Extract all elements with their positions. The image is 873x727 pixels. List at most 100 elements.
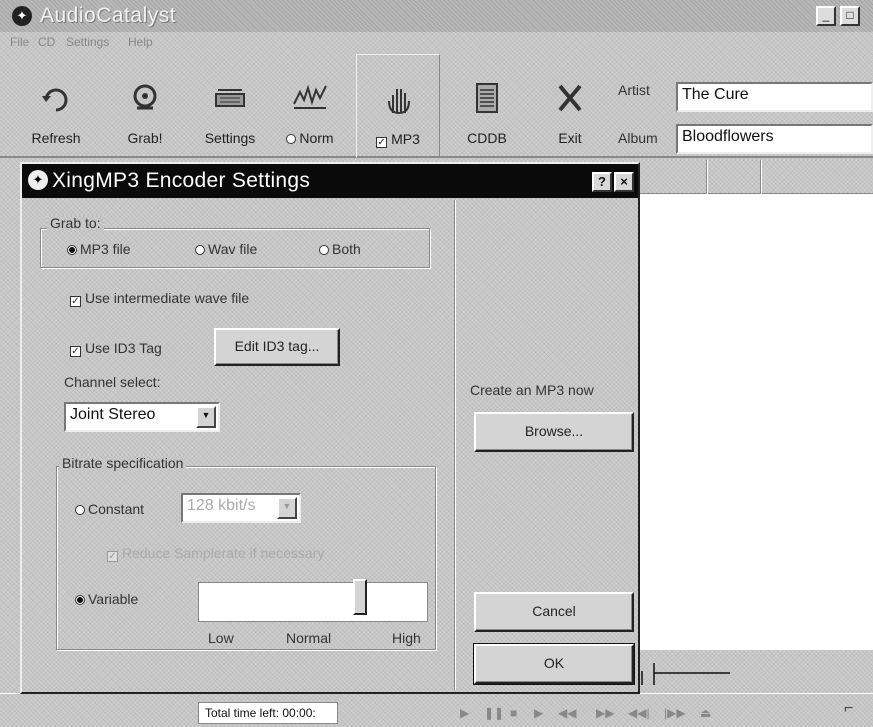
- menubar: File CD Settings Help: [0, 32, 873, 54]
- use-intermediate-text: Use intermediate wave file: [85, 290, 250, 306]
- artist-field[interactable]: The Cure: [676, 82, 873, 112]
- cddb-button[interactable]: CDDB: [452, 54, 522, 158]
- dialog-titlebar: ✦ XingMP3 Encoder Settings ? ×: [22, 164, 638, 198]
- reduce-samplerate-text: Reduce Samplerate if necessary: [122, 545, 325, 561]
- norm-text: Norm: [299, 130, 334, 146]
- use-intermediate-option[interactable]: ✓ Use intermediate wave file: [70, 290, 249, 307]
- grab-both-option[interactable]: Both: [319, 241, 361, 257]
- cddb-label: CDDB: [467, 130, 507, 146]
- column-divider[interactable]: [760, 160, 762, 194]
- help-icon[interactable]: ?: [592, 172, 612, 192]
- toolbar: Refresh Grab! Settings Norm ✓ MP3 CDDB E…: [0, 54, 873, 158]
- vbr-quality-slider[interactable]: [198, 579, 428, 622]
- column-divider[interactable]: [706, 160, 708, 194]
- use-intermediate-checkbox[interactable]: ✓: [70, 296, 81, 307]
- variable-text: Variable: [88, 591, 139, 607]
- track-list-header: [640, 160, 873, 194]
- menu-settings[interactable]: Settings: [66, 35, 109, 49]
- grab-wav-text: Wav file: [208, 241, 258, 257]
- main-titlebar: ✦ AudioCatalyst _ □: [0, 0, 873, 32]
- slider-thumb[interactable]: [353, 579, 367, 615]
- menu-cd[interactable]: CD: [38, 35, 55, 49]
- app-icon: ✦: [12, 6, 32, 26]
- chevron-down-icon[interactable]: ▼: [196, 406, 216, 428]
- refresh-icon: [42, 88, 68, 112]
- chevron-down-icon[interactable]: ▼: [277, 497, 297, 519]
- exit-button[interactable]: Exit: [540, 54, 600, 158]
- prev-track-icon[interactable]: ◀◀|: [628, 706, 650, 720]
- grab-icon: [133, 84, 157, 110]
- total-time-left: Total time left: 00:00:: [198, 702, 338, 724]
- browse-button[interactable]: Browse...: [474, 412, 634, 452]
- grab-mp3-radio[interactable]: [67, 245, 77, 255]
- variable-radio[interactable]: [75, 595, 85, 605]
- slider-label-normal: Normal: [286, 630, 332, 646]
- constant-bitrate-dropdown[interactable]: 128 kbit/s ▼: [181, 493, 301, 523]
- exit-icon: [558, 84, 582, 112]
- reduce-samplerate-checkbox[interactable]: ✓: [107, 551, 118, 562]
- channel-select-value: Joint Stereo: [70, 406, 156, 423]
- app-title: AudioCatalyst: [40, 4, 177, 27]
- grab-to-group: Grab to: MP3 file Wav file Both: [40, 215, 430, 268]
- bitrate-label: Bitrate specification: [59, 455, 186, 471]
- dialog-divider: [454, 200, 456, 690]
- track-list[interactable]: [640, 160, 873, 650]
- ok-button[interactable]: OK: [473, 643, 635, 685]
- menu-file[interactable]: File: [10, 35, 29, 49]
- mp3-option[interactable]: ✓ MP3: [356, 54, 440, 158]
- eject-icon[interactable]: ⏏: [700, 706, 711, 720]
- status-bar: [0, 693, 873, 727]
- bitrate-group: Bitrate specification Constant 128 kbit/…: [56, 455, 436, 650]
- pause-icon[interactable]: ❚❚: [484, 706, 504, 720]
- constant-radio[interactable]: [75, 505, 85, 515]
- grab-wav-radio[interactable]: [195, 245, 205, 255]
- variable-option[interactable]: Variable: [75, 591, 138, 607]
- use-id3-checkbox[interactable]: ✓: [70, 346, 81, 357]
- mp3-text: MP3: [391, 131, 420, 147]
- close-icon[interactable]: ×: [614, 172, 634, 192]
- create-mp3-label: Create an MP3 now: [470, 382, 594, 398]
- fast-forward-icon[interactable]: ▶▶: [596, 706, 614, 720]
- stop-icon[interactable]: ■: [510, 706, 517, 720]
- minimize-icon[interactable]: _: [816, 6, 836, 26]
- grab-both-radio[interactable]: [319, 245, 329, 255]
- use-id3-text: Use ID3 Tag: [85, 340, 162, 356]
- grab-to-label: Grab to:: [47, 215, 104, 231]
- grab-button[interactable]: Grab!: [110, 54, 180, 158]
- norm-option[interactable]: Norm: [270, 54, 350, 158]
- reduce-samplerate-option[interactable]: ✓ Reduce Samplerate if necessary: [107, 545, 324, 562]
- maximize-icon[interactable]: □: [840, 6, 860, 26]
- next-track-icon[interactable]: |▶▶: [664, 706, 686, 720]
- norm-radio[interactable]: [286, 134, 297, 144]
- settings-button[interactable]: Settings: [192, 54, 268, 158]
- channel-select-dropdown[interactable]: Joint Stereo ▼: [64, 402, 220, 432]
- settings-icon: [215, 89, 245, 107]
- dialog-icon: ✦: [28, 170, 48, 190]
- grab-mp3-option[interactable]: MP3 file: [67, 241, 131, 257]
- edit-id3-button[interactable]: Edit ID3 tag...: [214, 328, 340, 366]
- norm-label: Norm: [270, 130, 350, 146]
- exit-label: Exit: [558, 130, 582, 146]
- constant-option[interactable]: Constant: [75, 501, 144, 517]
- constant-bitrate-value: 128 kbit/s: [187, 497, 256, 514]
- album-field[interactable]: Bloodflowers: [676, 124, 873, 154]
- slider-label-high: High: [392, 630, 421, 646]
- record-icon[interactable]: ▶: [534, 706, 543, 720]
- constant-text: Constant: [88, 501, 145, 517]
- mp3-checkbox[interactable]: ✓: [376, 137, 388, 148]
- grab-wav-option[interactable]: Wav file: [195, 241, 257, 257]
- grab-mp3-text: MP3 file: [80, 241, 131, 257]
- cancel-button[interactable]: Cancel: [474, 592, 634, 632]
- volume-icon[interactable]: ⌐: [844, 700, 853, 718]
- rewind-icon[interactable]: ◀◀: [558, 706, 576, 720]
- play-icon[interactable]: ▶: [460, 706, 469, 720]
- menu-help[interactable]: Help: [128, 35, 153, 49]
- mp3-hand-icon: [388, 89, 410, 115]
- dialog-title: XingMP3 Encoder Settings: [52, 169, 311, 192]
- grab-label: Grab!: [127, 130, 163, 146]
- refresh-button[interactable]: Refresh: [16, 54, 96, 158]
- use-id3-option[interactable]: ✓ Use ID3 Tag: [70, 340, 162, 357]
- artist-label: Artist: [618, 82, 650, 98]
- progress-slider-icon[interactable]: [640, 659, 740, 689]
- mp3-label: ✓ MP3: [357, 131, 439, 148]
